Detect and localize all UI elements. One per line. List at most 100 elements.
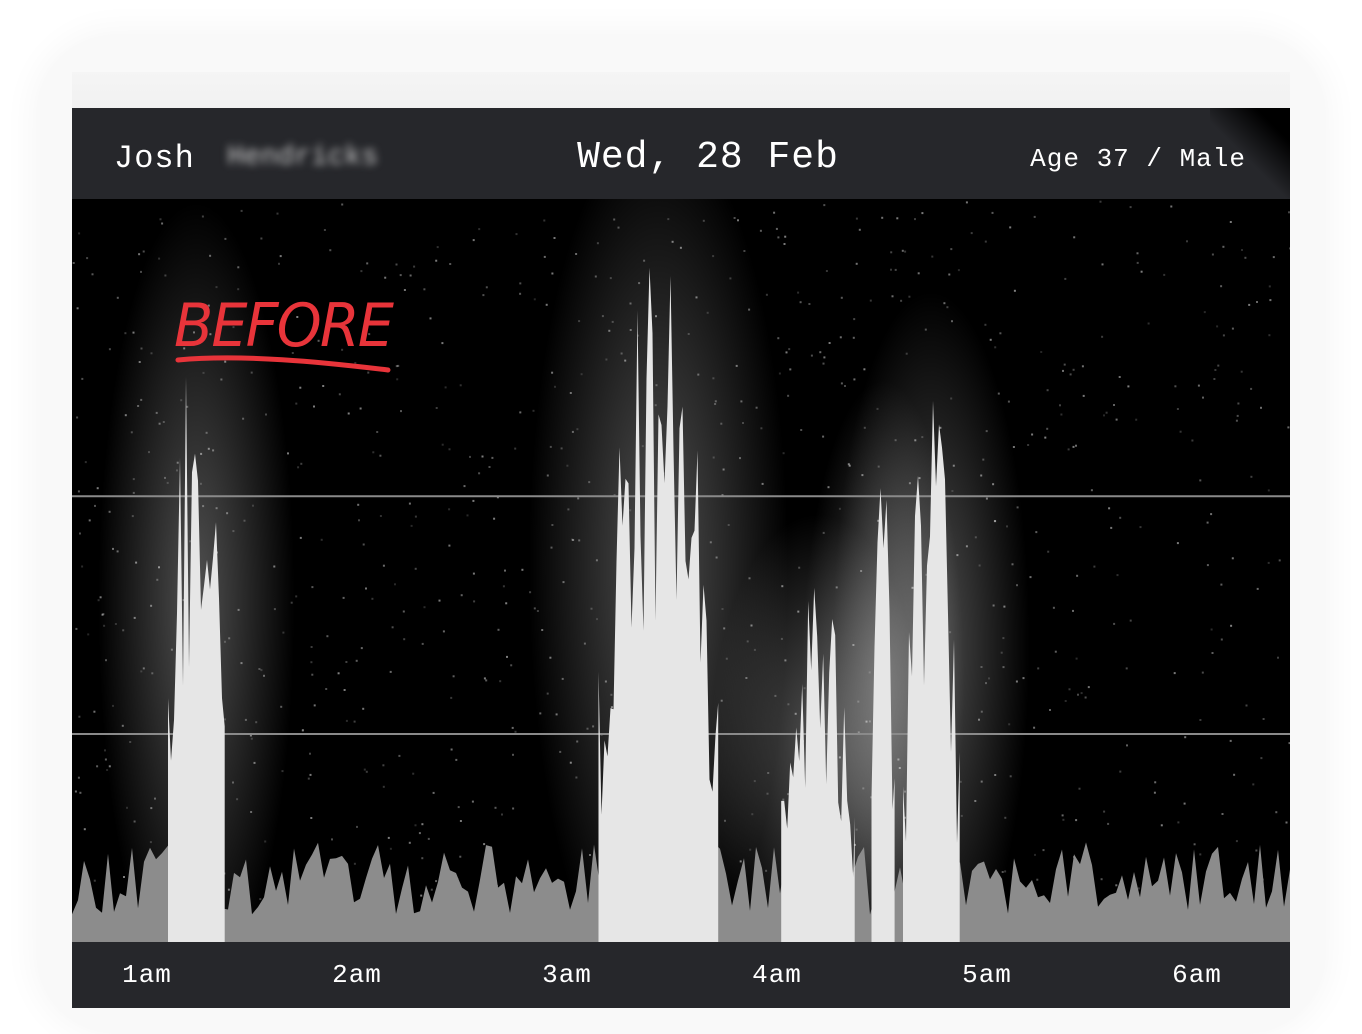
noise-dot (671, 240, 674, 243)
noise-dot (960, 814, 963, 817)
noise-dot (571, 430, 574, 433)
noise-dot (797, 610, 800, 613)
noise-dot (1113, 404, 1115, 406)
noise-dot (898, 767, 901, 769)
noise-dot (1268, 285, 1271, 288)
noise-dot (1129, 619, 1132, 622)
noise-dot (1004, 870, 1007, 873)
noise-dot (553, 237, 556, 239)
noise-dot (984, 240, 987, 243)
noise-dot (244, 718, 247, 721)
noise-dot (97, 599, 100, 602)
noise-dot (720, 699, 723, 702)
noise-dot (505, 602, 508, 605)
noise-dot (1077, 693, 1079, 696)
noise-dot (1287, 426, 1290, 429)
noise-dot (819, 351, 822, 354)
noise-dot (96, 765, 99, 768)
noise-dot (311, 673, 314, 676)
noise-dot (1049, 709, 1051, 711)
noise-dot (994, 346, 997, 349)
noise-dot (1248, 303, 1251, 306)
noise-dot (1107, 822, 1110, 825)
noise-dot (739, 860, 742, 863)
noise-dot (1211, 253, 1214, 256)
noise-dot (908, 482, 911, 485)
noise-dot (984, 323, 987, 326)
noise-dot (460, 594, 463, 597)
noise-dot (133, 820, 136, 823)
noise-dot (140, 670, 143, 673)
noise-dot (148, 451, 150, 454)
noise-dot (950, 397, 953, 400)
noise-dot (853, 378, 856, 381)
noise-dot (510, 664, 513, 667)
noise-dot (420, 894, 423, 897)
noise-dot (876, 407, 879, 410)
noise-dot (84, 461, 87, 464)
noise-dot (459, 855, 462, 858)
noise-dot (605, 358, 608, 361)
noise-dot (1235, 419, 1238, 422)
noise-dot (75, 627, 78, 630)
noise-dot (1220, 638, 1223, 641)
noise-dot (1230, 624, 1233, 627)
noise-dot (1072, 368, 1075, 371)
noise-dot (852, 336, 855, 339)
noise-dot (459, 384, 462, 387)
noise-dot (408, 502, 411, 505)
noise-dot (596, 242, 599, 245)
noise-dot (512, 807, 515, 810)
noise-dot (164, 476, 166, 479)
noise-dot (808, 303, 811, 305)
noise-dot (575, 776, 578, 779)
noise-dot (81, 377, 84, 380)
noise-dot (1115, 418, 1118, 421)
x-tick-3am: 3am (542, 960, 592, 990)
noise-dot (729, 277, 732, 280)
noise-dot (342, 596, 345, 599)
noise-dot (432, 791, 435, 794)
noise-dot (980, 780, 983, 783)
noise-dot (857, 700, 860, 703)
noise-dot (939, 426, 942, 429)
noise-dot (79, 791, 82, 794)
noise-dot (472, 239, 475, 242)
noise-dot (761, 482, 764, 485)
noise-dot (539, 712, 542, 715)
noise-dot (549, 445, 552, 448)
noise-dot (908, 295, 911, 298)
noise-dot (797, 291, 800, 294)
noise-dot (202, 505, 205, 508)
noise-dot (105, 659, 107, 662)
noise-dot (309, 752, 311, 755)
x-tick-4am: 4am (752, 960, 802, 990)
noise-dot (1103, 414, 1105, 417)
noise-dot (457, 806, 460, 809)
noise-dot (255, 721, 258, 724)
noise-dot (1008, 723, 1011, 726)
noise-dot (466, 514, 469, 517)
noise-dot (376, 431, 379, 433)
noise-dot (1217, 364, 1220, 367)
noise-dot (1160, 824, 1163, 827)
noise-dot (980, 666, 983, 668)
noise-dot (124, 332, 127, 335)
noise-dot (567, 508, 570, 511)
noise-dot (697, 373, 700, 376)
noise-dot (242, 417, 245, 420)
noise-dot (733, 217, 736, 219)
noise-dot (783, 243, 786, 245)
noise-dot (714, 400, 717, 403)
noise-dot (803, 687, 806, 690)
noise-dot (1277, 656, 1279, 659)
noise-dot (877, 465, 880, 468)
noise-dot (755, 406, 758, 409)
noise-dot (993, 520, 996, 523)
noise-dot (950, 248, 953, 251)
noise-dot (1101, 335, 1104, 338)
noise-dot (389, 670, 392, 673)
noise-dot (514, 447, 517, 450)
noise-dot (1272, 256, 1275, 259)
noise-dot (1288, 211, 1290, 214)
